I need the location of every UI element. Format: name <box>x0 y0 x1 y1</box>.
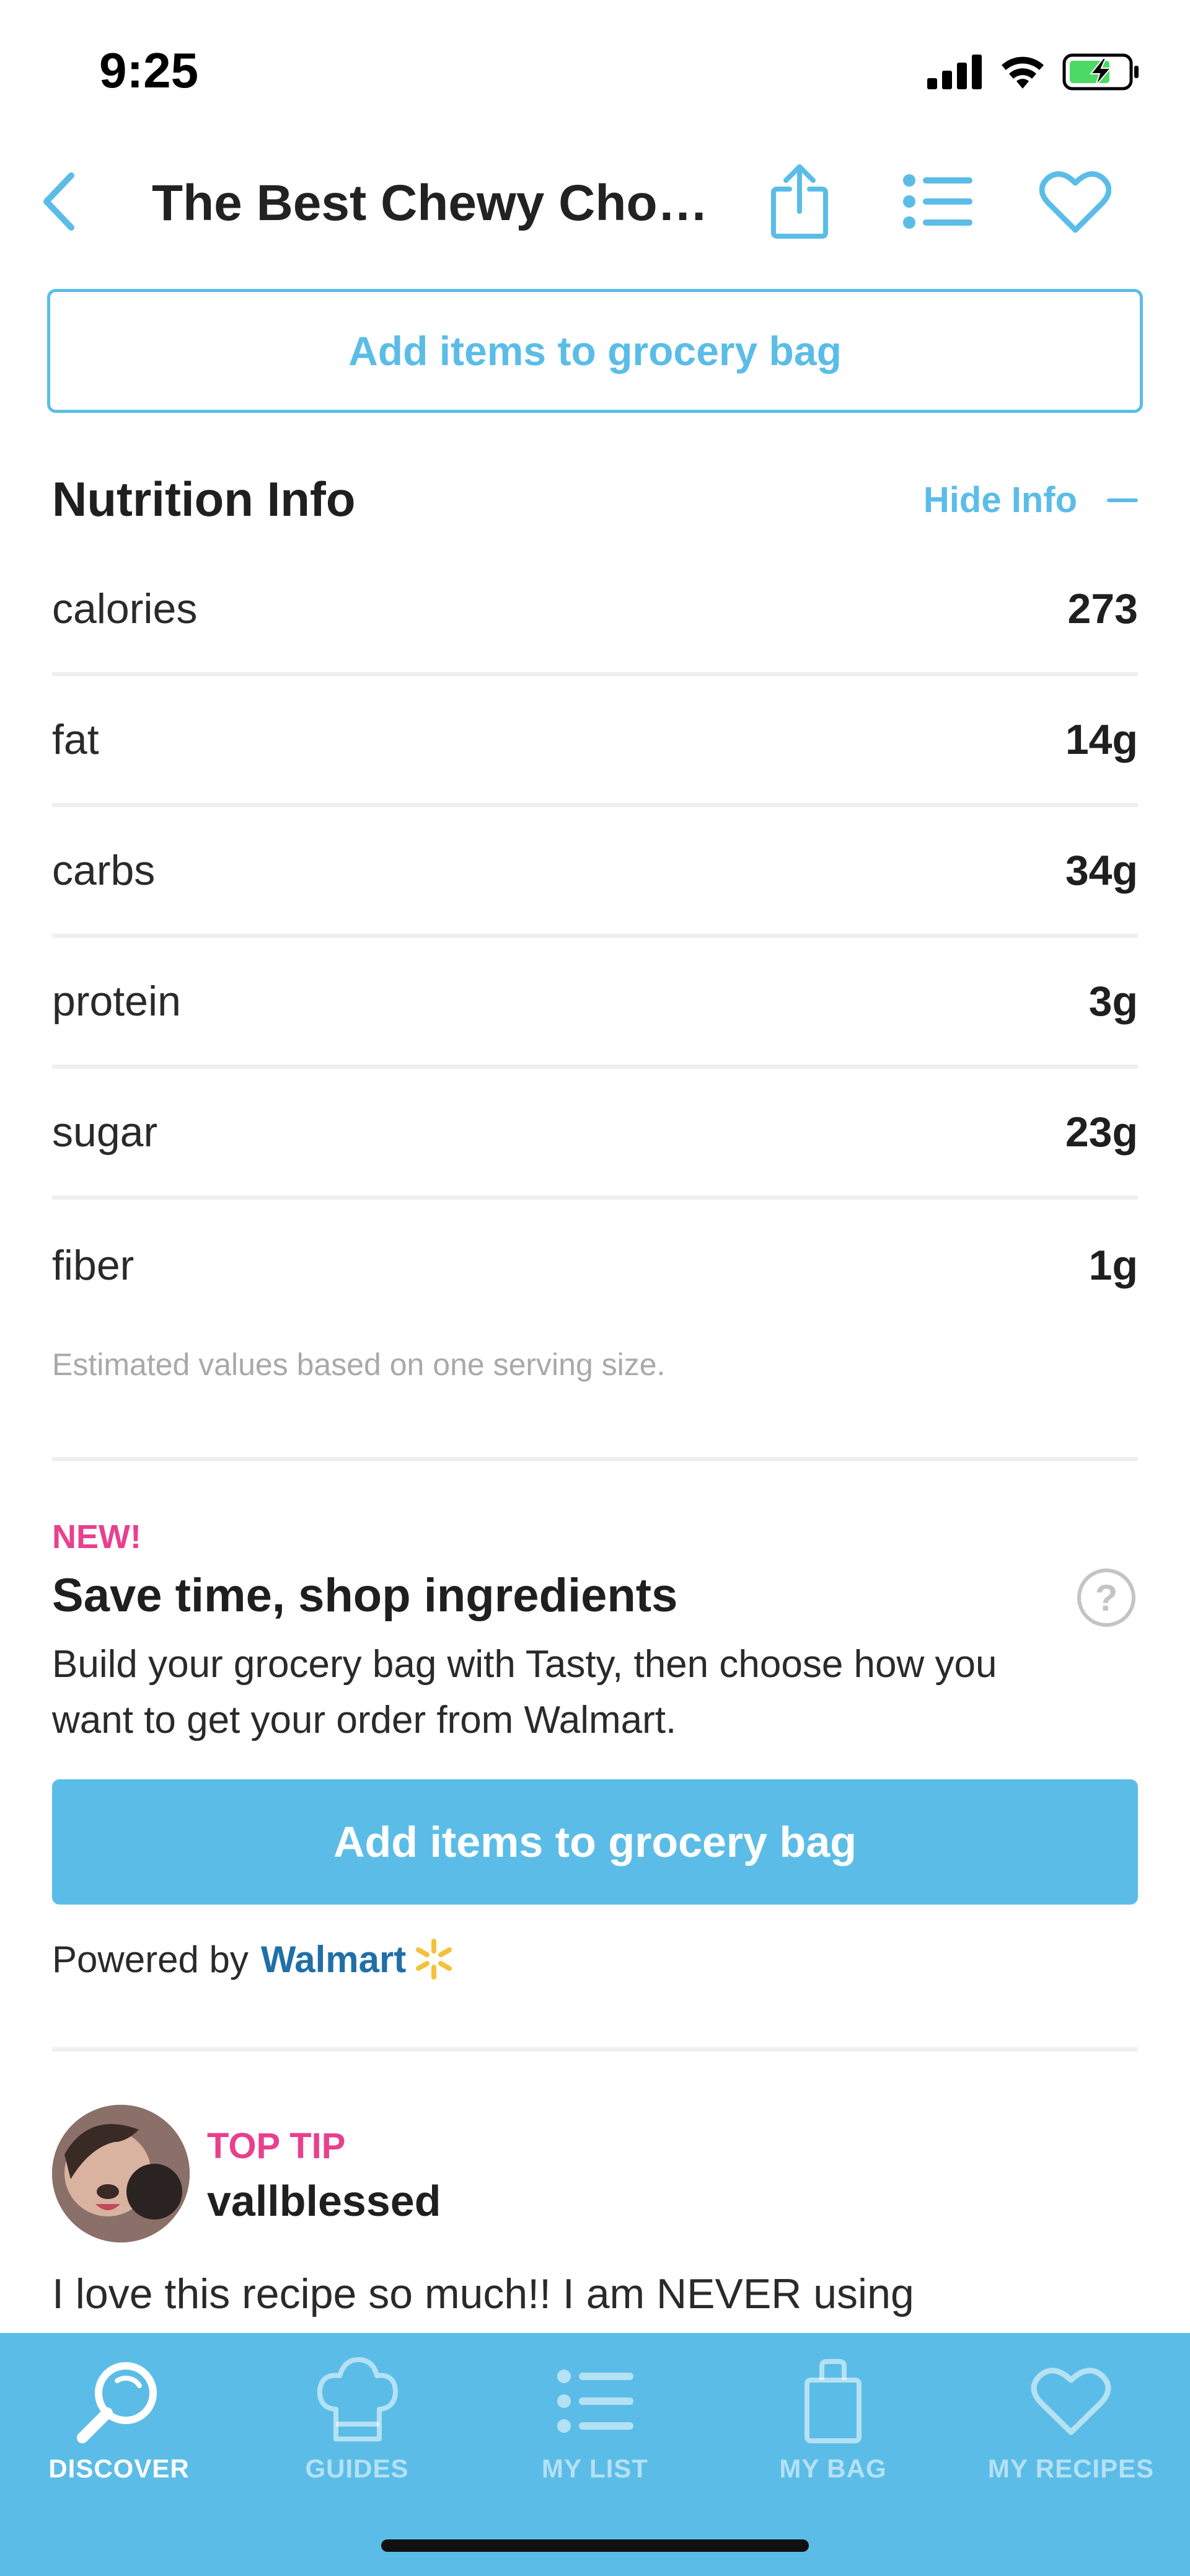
tab-bar: DISCOVER GUIDES MY LIST MY BAG MY RECIPE… <box>0 2333 1190 2576</box>
nav-bar: The Best Chewy Choc... <box>0 143 1190 260</box>
nutrition-list: calories 273 fat 14g carbs 34g protein 3… <box>52 546 1138 1330</box>
walmart-spark-icon <box>416 1939 452 1980</box>
new-badge: NEW! <box>52 1518 141 1556</box>
status-bar: 9:25 <box>0 0 1190 143</box>
list-icon <box>903 174 972 229</box>
tip-username[interactable]: vallblessed <box>207 2176 441 2226</box>
nutrition-name: protein <box>52 978 181 1025</box>
avatar[interactable] <box>52 2105 190 2242</box>
add-to-grocery-bag-button[interactable]: Add items to grocery bag <box>52 1779 1138 1905</box>
back-button[interactable] <box>31 167 87 236</box>
heart-icon <box>1039 171 1111 233</box>
tab-label: MY RECIPES <box>987 2454 1155 2483</box>
nutrition-row-fat: fat 14g <box>52 676 1138 807</box>
nutrition-title: Nutrition Info <box>52 472 356 526</box>
tip-text: I love this recipe so much!! I am NEVER … <box>52 2270 914 2317</box>
home-indicator[interactable] <box>381 2539 809 2552</box>
minus-icon <box>1107 498 1138 502</box>
nutrition-value: 14g <box>1065 716 1138 763</box>
nutrition-value: 34g <box>1065 847 1138 894</box>
tab-label: MY BAG <box>779 2454 887 2483</box>
walmart-wordmark: Walmart <box>260 1938 407 1980</box>
powered-by-label: Powered by <box>52 1938 249 1980</box>
nutrition-row-carbs: carbs 34g <box>52 807 1138 938</box>
nutrition-name: sugar <box>52 1109 158 1156</box>
nutrition-value: 1g <box>1088 1241 1138 1289</box>
nutrition-name: calories <box>52 585 198 632</box>
nutrition-row-protein: protein 3g <box>52 938 1138 1069</box>
heart-icon <box>1031 2368 1111 2435</box>
chevron-left-icon <box>43 172 74 231</box>
nutrition-name: carbs <box>52 847 156 894</box>
help-icon[interactable]: ? <box>1077 1569 1135 1627</box>
nutrition-value: 273 <box>1067 585 1138 632</box>
tab-label: GUIDES <box>305 2454 409 2483</box>
ingredients-list-button[interactable] <box>894 158 981 245</box>
signal-icon <box>927 55 982 89</box>
status-time: 9:25 <box>99 43 199 98</box>
tab-label: DISCOVER <box>48 2454 190 2483</box>
nutrition-name: fat <box>52 716 99 763</box>
hide-info-button[interactable]: Hide Info <box>923 479 1138 521</box>
nutrition-header: Nutrition Info Hide Info <box>52 468 1138 536</box>
search-icon <box>77 2362 157 2443</box>
share-icon <box>771 164 828 239</box>
tab-my-list[interactable]: MY LIST <box>476 2333 714 2519</box>
nutrition-value: 23g <box>1065 1109 1138 1156</box>
share-button[interactable] <box>756 158 843 245</box>
list-icon <box>557 2370 633 2433</box>
status-icons <box>927 50 1140 94</box>
powered-by: Powered by Walmart <box>52 1937 456 1981</box>
wifi-icon <box>1002 56 1044 89</box>
nutrition-row-calories: calories 273 <box>52 546 1138 676</box>
chef-hat-icon <box>317 2357 398 2441</box>
recipe-title: The Best Chewy Choc... <box>152 175 722 231</box>
add-to-grocery-bag-button-top[interactable]: Add items to grocery bag <box>47 289 1143 413</box>
promo-title: Save time, shop ingredients <box>52 1569 678 1622</box>
walmart-logo: Walmart <box>261 1937 456 1981</box>
tab-my-bag[interactable]: MY BAG <box>714 2333 952 2519</box>
tab-discover[interactable]: DISCOVER <box>0 2333 238 2519</box>
hide-info-label: Hide Info <box>923 480 1077 520</box>
nutrition-row-sugar: sugar 23g <box>52 1069 1138 1200</box>
nutrition-note: Estimated values based on one serving si… <box>52 1347 666 1382</box>
favorite-button[interactable] <box>1032 158 1119 245</box>
section-divider <box>52 1457 1138 1461</box>
nutrition-name: fiber <box>52 1241 134 1289</box>
section-divider <box>52 2047 1138 2052</box>
battery-charging-icon <box>1062 53 1139 91</box>
tab-guides[interactable]: GUIDES <box>238 2333 476 2519</box>
nutrition-row-fiber: fiber 1g <box>52 1200 1138 1330</box>
top-tip-label: TOP TIP <box>207 2126 346 2166</box>
tab-label: MY LIST <box>542 2454 648 2483</box>
tab-my-recipes[interactable]: MY RECIPES <box>952 2333 1190 2519</box>
bag-icon <box>804 2359 862 2443</box>
nutrition-value: 3g <box>1088 978 1138 1025</box>
avatar-image <box>52 2105 190 2242</box>
promo-description: Build your grocery bag with Tasty, then … <box>52 1643 997 1742</box>
